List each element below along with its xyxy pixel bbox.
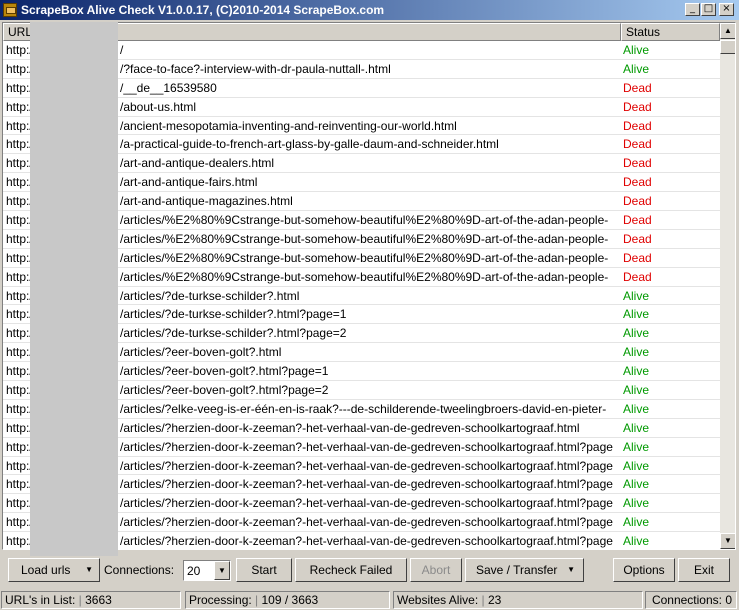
connections-value: 20 xyxy=(187,564,201,578)
websites-alive-label: Websites Alive: xyxy=(397,593,479,607)
url-path: /articles/?elke-veeg-is-er-één-en-is-raa… xyxy=(120,401,607,416)
urls-in-list-label: URL's in List: xyxy=(5,593,76,607)
url-path: /articles/?eer-boven-golt?.html xyxy=(120,345,282,360)
redacted-domain-area xyxy=(30,22,118,556)
status-cell: Alive xyxy=(623,420,650,435)
url-path: /articles/?herzien-door-k-zeeman?-het-ve… xyxy=(120,496,613,511)
status-cell: Dead xyxy=(623,156,652,171)
status-cell: Dead xyxy=(623,269,652,284)
websites-alive-panel: Websites Alive: | 23 xyxy=(393,591,643,609)
scrollbar-thumb[interactable] xyxy=(720,40,735,54)
load-urls-button[interactable]: Load urls ▼ xyxy=(8,558,100,582)
status-cell: Dead xyxy=(623,80,652,95)
status-cell: Dead xyxy=(623,194,652,209)
url-path: /articles/?eer-boven-golt?.html?page=2 xyxy=(120,383,329,398)
status-cell: Alive xyxy=(623,458,650,473)
url-path: /a-practical-guide-to-french-art-glass-b… xyxy=(120,137,499,152)
url-path: /art-and-antique-fairs.html xyxy=(120,175,258,190)
arrow-down-icon[interactable]: ▼ xyxy=(720,533,735,549)
url-path: /articles/%E2%80%9Cstrange-but-somehow-b… xyxy=(120,250,609,265)
load-urls-label: Load urls xyxy=(21,563,71,577)
arrow-up-icon[interactable]: ▲ xyxy=(720,23,735,39)
start-button[interactable]: Start xyxy=(236,558,292,582)
status-cell: Dead xyxy=(623,175,652,190)
url-path: /articles/%E2%80%9Cstrange-but-somehow-b… xyxy=(120,213,609,228)
maximize-button[interactable]: □ xyxy=(701,3,716,16)
status-cell: Alive xyxy=(623,326,650,341)
url-path: /articles/?herzien-door-k-zeeman?-het-ve… xyxy=(120,515,613,530)
status-cell: Alive xyxy=(623,515,650,530)
chevron-down-icon: ▼ xyxy=(85,565,93,574)
status-cell: Alive xyxy=(623,401,650,416)
url-path: /articles/%E2%80%9Cstrange-but-somehow-b… xyxy=(120,231,609,246)
websites-alive-value: 23 xyxy=(487,593,502,607)
chevron-down-icon[interactable]: ▼ xyxy=(214,561,230,580)
exit-button[interactable]: Exit xyxy=(678,558,730,582)
connections-panel: Connections: 0 xyxy=(645,591,737,609)
status-cell: Alive xyxy=(623,288,650,303)
recheck-failed-button[interactable]: Recheck Failed xyxy=(295,558,407,582)
url-path: /articles/?de-turkse-schilder?.html xyxy=(120,288,300,303)
save-transfer-button[interactable]: Save / Transfer ▼ xyxy=(465,558,584,582)
processing-panel: Processing: | 109 / 3663 xyxy=(185,591,390,609)
options-button[interactable]: Options xyxy=(613,558,675,582)
urls-in-list-panel: URL's in List: | 3663 xyxy=(1,591,181,609)
url-path: /articles/?herzien-door-k-zeeman?-het-ve… xyxy=(120,458,613,473)
status-bar: URL's in List: | 3663 Processing: | 109 … xyxy=(0,590,739,610)
status-cell: Alive xyxy=(623,383,650,398)
url-path: /articles/%E2%80%9Cstrange-but-somehow-b… xyxy=(120,269,609,284)
save-transfer-label: Save / Transfer xyxy=(476,563,558,577)
status-cell: Alive xyxy=(623,439,650,454)
url-path: /articles/?de-turkse-schilder?.html?page… xyxy=(120,326,347,341)
url-path: /articles/?eer-boven-golt?.html?page=1 xyxy=(120,364,329,379)
urls-in-list-value: 3663 xyxy=(85,593,112,607)
url-path: /articles/?herzien-door-k-zeeman?-het-ve… xyxy=(120,420,580,435)
url-path: /art-and-antique-magazines.html xyxy=(120,194,293,209)
box-icon xyxy=(3,3,17,17)
status-cell: Dead xyxy=(623,99,652,114)
column-header-status[interactable]: Status xyxy=(621,23,720,41)
status-cell: Alive xyxy=(623,345,650,360)
processing-value: 109 / 3663 xyxy=(261,593,319,607)
url-path: /art-and-antique-dealers.html xyxy=(120,156,275,171)
url-path: /articles/?de-turkse-schilder?.html?page… xyxy=(120,307,347,322)
status-cell: Dead xyxy=(623,250,652,265)
status-cell: Dead xyxy=(623,231,652,246)
status-cell: Dead xyxy=(623,137,652,152)
url-path: /articles/?herzien-door-k-zeeman?-het-ve… xyxy=(120,439,613,454)
status-cell: Dead xyxy=(623,213,652,228)
status-cell: Alive xyxy=(623,496,650,511)
url-path: /__de__16539580 xyxy=(120,80,217,95)
app-window: ScrapeBox Alive Check V1.0.0.17, (C)2010… xyxy=(0,0,739,610)
url-path: /about-us.html xyxy=(120,99,197,114)
processing-label: Processing: xyxy=(189,593,252,607)
status-cell: Alive xyxy=(623,307,650,322)
status-cell: Alive xyxy=(623,61,650,76)
connections-label: Connections: xyxy=(104,563,175,577)
status-cell: Alive xyxy=(623,43,650,57)
status-cell: Dead xyxy=(623,118,652,133)
status-cell: Alive xyxy=(623,477,650,492)
status-cell: Alive xyxy=(623,364,650,379)
abort-button[interactable]: Abort xyxy=(410,558,462,582)
url-path: /articles/?herzien-door-k-zeeman?-het-ve… xyxy=(120,477,613,492)
chevron-down-icon: ▼ xyxy=(567,565,575,574)
window-title: ScrapeBox Alive Check V1.0.0.17, (C)2010… xyxy=(21,3,385,17)
vertical-scrollbar[interactable]: ▲ ▼ xyxy=(720,23,735,549)
url-path: /ancient-mesopotamia-inventing-and-reinv… xyxy=(120,118,457,133)
url-path: / xyxy=(120,43,124,57)
minimize-button[interactable]: _ xyxy=(685,3,700,16)
status-cell: Alive xyxy=(623,534,650,549)
title-bar[interactable]: ScrapeBox Alive Check V1.0.0.17, (C)2010… xyxy=(0,0,739,20)
url-path: /articles/?herzien-door-k-zeeman?-het-ve… xyxy=(120,534,613,549)
url-path: /?face-to-face?-interview-with-dr-paula-… xyxy=(120,61,391,76)
connections-select[interactable]: 20 ▼ xyxy=(183,560,231,581)
close-button[interactable]: × xyxy=(719,3,734,16)
